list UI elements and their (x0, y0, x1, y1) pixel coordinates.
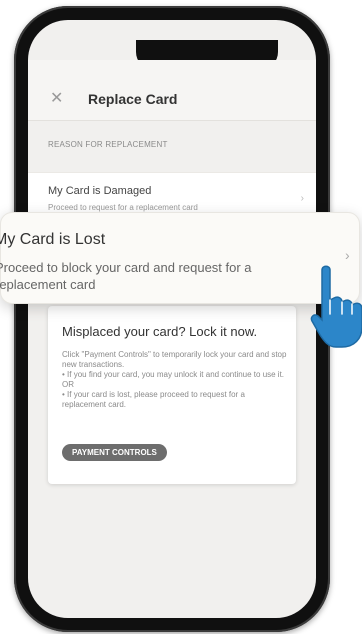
page-title: Replace Card (88, 91, 178, 107)
lock-card-text: • If your card is lost, please proceed t… (62, 390, 245, 409)
option-title: My Card is Damaged (48, 185, 152, 197)
pointing-hand-icon (310, 265, 362, 348)
close-icon[interactable]: ✕ (50, 91, 63, 107)
app-screen: ✕ Replace Card REASON FOR REPLACEMENT My… (28, 20, 316, 618)
lock-card-text: Click "Payment Controls" to temporarily … (62, 350, 287, 369)
chevron-right-icon: › (300, 193, 304, 204)
lock-card-panel: Misplaced your card? Lock it now. Click … (48, 306, 296, 484)
lock-card-text: • If you find your card, you may unlock … (62, 370, 285, 389)
option-card-lost[interactable]: My Card is Lost Proceed to block your ca… (0, 212, 360, 304)
payment-controls-button[interactable]: PAYMENT CONTROLS (62, 444, 167, 461)
lock-card-title: Misplaced your card? Lock it now. (62, 324, 258, 339)
option-subtitle: Proceed to block your card and request f… (0, 260, 252, 292)
section-label: REASON FOR REPLACEMENT (48, 140, 168, 149)
lock-card-body: Click "Payment Controls" to temporarily … (62, 350, 288, 410)
option-subtitle: Proceed to request for a replacement car… (48, 203, 198, 212)
app-header: ✕ Replace Card (28, 60, 316, 121)
chevron-right-icon: › (345, 247, 350, 263)
option-title: My Card is Lost (0, 231, 106, 248)
